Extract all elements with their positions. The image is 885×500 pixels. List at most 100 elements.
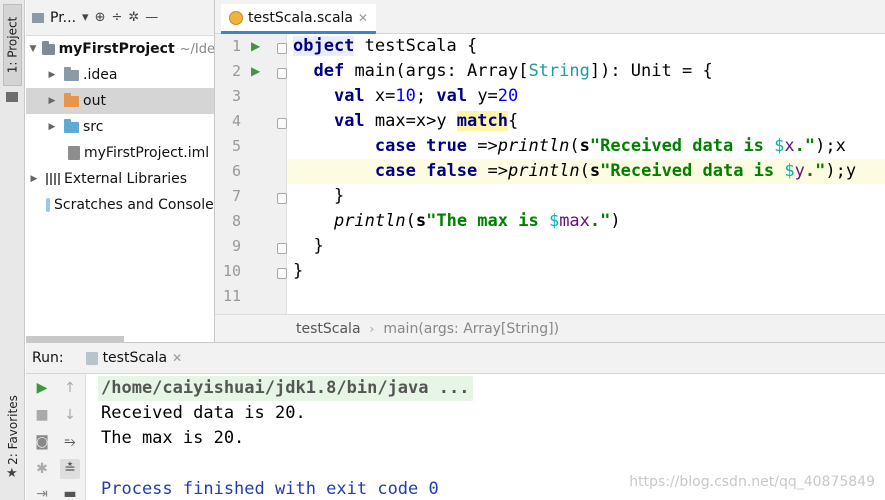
code-text: main(args: Array[ — [344, 61, 529, 81]
project-view-selector[interactable]: Pr... — [50, 10, 76, 26]
arrow-down-icon[interactable]: ↓ — [60, 405, 80, 425]
tree-item-src[interactable]: ▶ src — [26, 114, 214, 140]
number-literal: 20 — [497, 86, 519, 106]
structure-icon[interactable] — [6, 92, 18, 102]
tree-item-scratches[interactable]: Scratches and Consoles — [26, 192, 214, 218]
folder-icon — [42, 40, 55, 55]
chevron-down-icon[interactable]: ▼ — [28, 44, 38, 54]
breadcrumb-item-object[interactable]: testScala — [296, 321, 361, 337]
interpolation-sign: $ — [774, 136, 785, 156]
code-line: val x=10; val y=20 — [287, 84, 885, 109]
keyword: val — [333, 111, 365, 131]
line-number: 7 — [231, 187, 241, 205]
code-line: val max=x>y match{ — [287, 109, 885, 134]
chevron-right-icon[interactable]: ▶ — [28, 174, 40, 184]
chevron-down-icon[interactable]: ▾ — [82, 10, 89, 25]
minimize-icon[interactable]: — — [145, 10, 158, 25]
fold-icon[interactable] — [277, 68, 287, 79]
code-text: => — [467, 136, 498, 156]
fold-icon[interactable] — [277, 268, 287, 279]
code-text: } — [333, 186, 345, 206]
code-text: testScala { — [354, 36, 478, 56]
fold-icon[interactable] — [277, 243, 287, 254]
breadcrumb: testScala › main(args: Array[String]) — [215, 314, 885, 342]
code-text: } — [313, 236, 324, 256]
run-toolbar: ▶ ↑ ■ ↓ ◙ ⥱ ✱ ≛ ⇥ ▬ — [26, 374, 86, 500]
tree-item-external-libraries[interactable]: ▶ External Libraries — [26, 166, 214, 192]
chevron-right-icon[interactable]: ▶ — [46, 96, 58, 106]
string-literal: "Received data is — [600, 161, 785, 181]
code-line: object testScala { — [287, 34, 885, 59]
project-view-icon — [32, 12, 44, 23]
star-icon: ★ — [6, 466, 18, 481]
code-text: => — [477, 161, 508, 181]
arrow-up-icon[interactable]: ↑ — [60, 378, 80, 398]
code-editor[interactable]: object testScala { def main(args: Array[… — [287, 34, 885, 314]
tree-item-label: myFirstProject — [58, 41, 175, 57]
line-number: 11 — [222, 287, 241, 305]
keyword: case — [374, 161, 416, 181]
interpolated-var: max — [559, 211, 590, 231]
stop-icon[interactable]: ■ — [32, 405, 52, 425]
code-text: ; — [415, 86, 437, 106]
interpolation-sign: $ — [548, 211, 560, 231]
editor-tab-bar: testScala.scala ✕ — [215, 0, 885, 34]
folder-icon — [64, 66, 79, 81]
code-line: } — [287, 184, 885, 209]
run-icon[interactable]: ▶ — [251, 39, 260, 53]
fold-icon[interactable] — [277, 43, 287, 54]
editor-tab-label: testScala.scala — [248, 9, 354, 26]
interpolated-var: y — [794, 161, 805, 181]
print-icon[interactable]: ▬ — [60, 484, 80, 500]
line-number: 6 — [231, 162, 241, 180]
run-icon[interactable]: ▶ — [251, 64, 260, 78]
soft-wrap-icon[interactable]: ⥱ — [60, 432, 80, 452]
project-tool-tab[interactable]: 1: Project — [3, 4, 22, 86]
keyword: def — [313, 61, 345, 81]
folder-icon — [64, 92, 79, 107]
number-literal: 10 — [395, 86, 416, 106]
scroll-to-end-icon[interactable]: ≛ — [60, 459, 80, 479]
code-text: { — [507, 111, 519, 131]
string-literal: "The max is — [426, 211, 549, 231]
tree-item-iml[interactable]: myFirstProject.iml — [26, 140, 214, 166]
editor-tab-testscala[interactable]: testScala.scala ✕ — [221, 4, 377, 34]
editor-gutter: 1 2 3 4 5 6 7 8 9 10 11 ▶ ▶ — [215, 34, 287, 314]
close-icon[interactable]: ✕ — [358, 11, 368, 25]
code-text: ) — [610, 211, 621, 231]
camera-icon[interactable]: ◙ — [32, 432, 52, 452]
close-icon[interactable]: ✕ — [172, 351, 182, 365]
tree-item-out[interactable]: ▶ out — [26, 88, 214, 114]
fold-icon[interactable] — [277, 118, 287, 129]
chevron-right-icon[interactable]: ▶ — [46, 122, 58, 132]
string-literal: ." — [804, 161, 826, 181]
console-command-line: /home/caiyishuai/jdk1.8/bin/java ... — [98, 376, 474, 401]
keyword: match — [456, 111, 508, 131]
favorites-tool-tab[interactable]: 2: Favorites — [3, 380, 22, 480]
tree-item-project-root[interactable]: ▼ myFirstProject ~/Ide — [26, 36, 214, 62]
collapse-all-icon[interactable]: ÷ — [111, 10, 122, 25]
string-literal: ." — [794, 136, 816, 156]
code-text: y= — [467, 86, 498, 106]
tree-item-idea[interactable]: ▶ .idea — [26, 62, 214, 88]
tree-item-label: src — [83, 119, 104, 135]
keyword: false — [426, 161, 478, 181]
tree-item-label: External Libraries — [64, 171, 187, 187]
restore-layout-icon[interactable]: ⇥ — [32, 484, 52, 500]
watermark: https://blog.csdn.net/qq_40875849 — [629, 474, 875, 490]
target-icon[interactable]: ⊕ — [95, 10, 106, 25]
chevron-right-icon[interactable]: ▶ — [46, 70, 58, 80]
breadcrumb-item-method[interactable]: main(args: Array[String]) — [383, 321, 559, 337]
run-tab-testscala[interactable]: testScala ✕ — [85, 350, 182, 366]
code-text: ( — [569, 136, 580, 156]
settings-icon[interactable]: ✱ — [32, 459, 52, 479]
fold-icon[interactable] — [277, 193, 287, 204]
rerun-icon[interactable]: ▶ — [32, 378, 52, 398]
run-panel: Run: testScala ✕ ▶ ↑ ■ ↓ ◙ ⥱ ✱ ≛ ⇥ ▬ /ho… — [26, 342, 885, 500]
project-panel: Pr... ▾ ⊕ ÷ ✲ — ▼ myFirstProject ~/Ide ▶… — [26, 0, 215, 342]
line-number: 2 — [231, 62, 241, 80]
gear-icon[interactable]: ✲ — [128, 10, 139, 25]
code-line: def main(args: Array[String]): Unit = { — [287, 59, 885, 84]
string-literal: "Received data is — [589, 136, 775, 156]
